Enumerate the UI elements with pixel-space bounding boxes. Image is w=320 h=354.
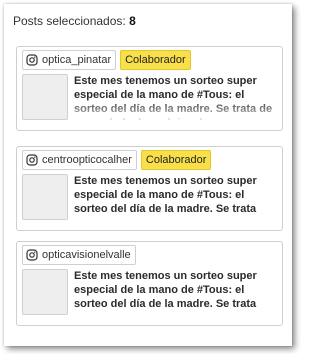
instagram-icon [26,154,38,166]
account-name: centroopticocalher [42,154,132,166]
account-name: optica_pinatar [42,54,112,66]
account-tag[interactable]: centroopticocalher [22,150,137,170]
post-text: Este mes tenemos un sorteo super especia… [74,175,257,215]
post-card[interactable]: opticavisionelvalle Este mes tenemos un … [16,241,283,326]
post-text: Este mes tenemos un sorteo super especia… [74,270,257,310]
account-tag[interactable]: opticavisionelvalle [22,245,136,265]
post-card[interactable]: centroopticocalher Colaborador Este mes … [16,146,283,231]
account-tag[interactable]: optica_pinatar [22,50,117,70]
selected-posts-count: 8 [129,14,136,28]
selected-posts-panel: Posts seleccionados: 8 optica_pinatar Co… [4,4,292,346]
selected-posts-header: Posts seleccionados: 8 [13,14,136,28]
post-thumbnail[interactable] [22,269,68,315]
selected-posts-label: Posts seleccionados: [13,14,126,28]
collaborator-badge: Colaborador [120,50,191,70]
text-fade [74,102,274,122]
collaborator-badge: Colaborador [140,150,212,170]
post-thumbnail[interactable] [22,74,68,120]
post-card[interactable]: optica_pinatar Colaborador Este mes tene… [16,46,283,131]
post-thumbnail[interactable] [22,174,68,220]
instagram-icon [26,249,38,261]
account-name: opticavisionelvalle [42,249,131,261]
instagram-icon [26,54,38,66]
